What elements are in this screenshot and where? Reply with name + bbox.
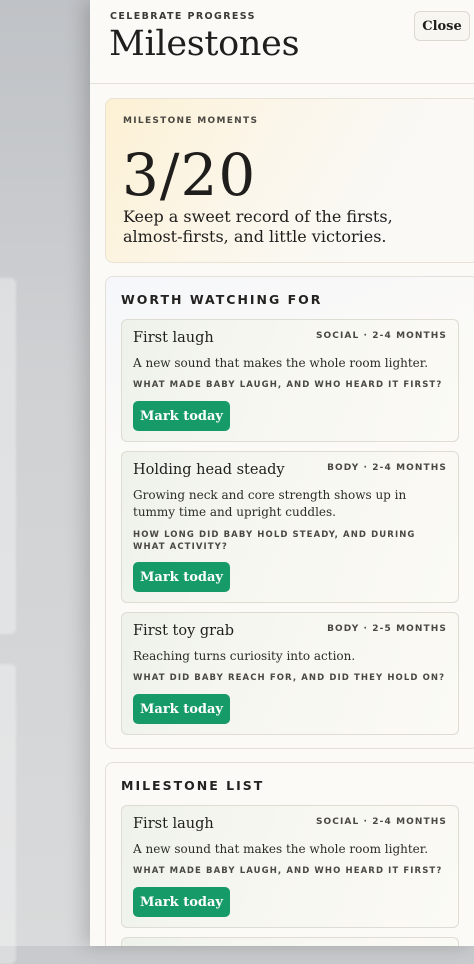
mark-today-button[interactable]: Mark today [133,694,230,724]
milestone-card-first-toy-grab: First toy grab BODY · 2-5 MONTHS Reachin… [121,612,459,735]
close-button[interactable]: Close [414,11,470,41]
milestone-card-next [121,937,459,946]
background-card [0,278,16,634]
milestone-card-holding-head-steady: Holding head steady BODY · 2-4 MONTHS Gr… [121,451,459,603]
panel-title: MILESTONE LIST [121,778,265,793]
drawer-header: CELEBRATE PROGRESS Milestones Close [90,0,474,84]
mark-today-button[interactable]: Mark today [133,401,230,431]
milestone-list-panel: MILESTONE LIST First laugh SOCIAL · 2-4 … [105,762,474,946]
summary-description: Keep a sweet record of the firsts, almos… [123,207,393,246]
milestone-description: A new sound that makes the whole room li… [133,356,429,370]
milestone-tag: SOCIAL · 2-4 MONTHS [315,331,447,341]
milestone-prompt: WHAT MADE BABY LAUGH, AND WHO HEARD IT F… [133,866,443,876]
worth-watching-panel: WORTH WATCHING FOR First laugh SOCIAL · … [105,276,474,749]
milestone-title: First laugh [133,330,214,346]
milestones-drawer: CELEBRATE PROGRESS Milestones Close MILE… [90,0,474,946]
milestone-description: Growing neck and core strength shows up … [133,488,407,519]
milestone-prompt: HOW LONG DID BABY HOLD STEADY, AND DURIN… [133,530,416,552]
summary-eyebrow: MILESTONE MOMENTS [123,116,259,126]
milestone-summary-card: MILESTONE MOMENTS 3/20 Keep a sweet reco… [105,98,474,263]
milestone-prompt: WHAT MADE BABY LAUGH, AND WHO HEARD IT F… [133,380,443,390]
milestone-card-first-laugh: First laugh SOCIAL · 2-4 MONTHS A new so… [121,319,459,442]
milestone-description: A new sound that makes the whole room li… [133,842,429,856]
header-eyebrow: CELEBRATE PROGRESS [110,11,256,22]
background-card [0,664,16,964]
milestone-card-first-laugh: First laugh SOCIAL · 2-4 MONTHS A new so… [121,805,459,928]
milestone-title: First laugh [133,816,214,832]
mark-today-button[interactable]: Mark today [133,887,230,917]
milestone-prompt: WHAT DID BABY REACH FOR, AND DID THEY HO… [133,673,446,683]
milestone-description: Reaching turns curiosity into action. [133,649,356,663]
milestone-count: 3/20 [122,141,257,209]
panel-title: WORTH WATCHING FOR [121,292,323,307]
milestone-title: Holding head steady [133,462,285,478]
mark-today-button[interactable]: Mark today [133,562,230,592]
milestone-tag: BODY · 2-4 MONTHS [327,463,447,473]
milestone-tag: BODY · 2-5 MONTHS [327,624,447,634]
page-title: Milestones [109,24,300,64]
milestone-title: First toy grab [133,623,235,639]
milestone-tag: SOCIAL · 2-4 MONTHS [315,817,447,827]
